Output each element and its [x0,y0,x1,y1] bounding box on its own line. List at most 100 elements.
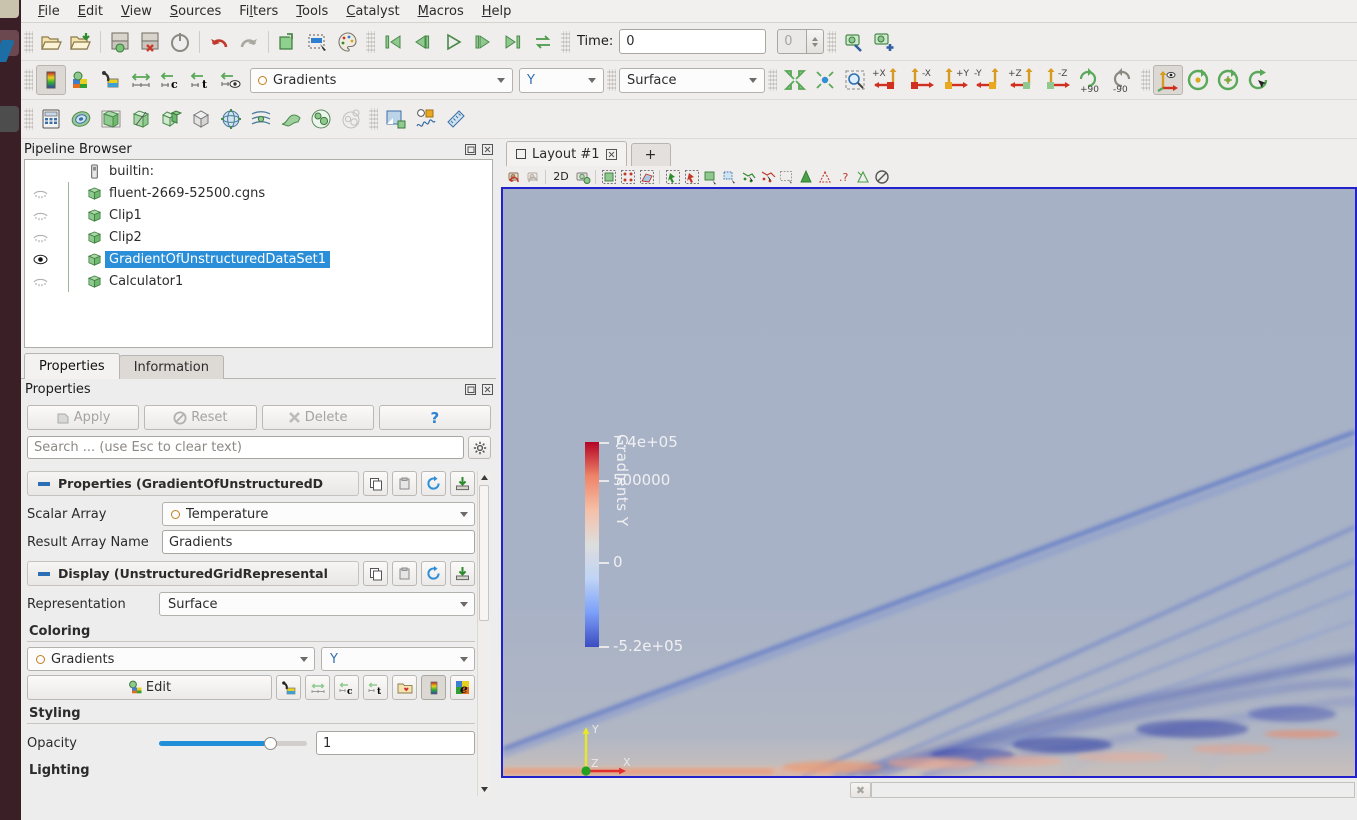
properties-section-title-row[interactable]: Properties (GradientOfUnstructuredD [27,471,359,496]
save-default-icon[interactable] [450,561,475,586]
pipeline-item-fluent[interactable]: fluent-2669-52500.cgns [25,182,492,204]
representation-property-combo[interactable]: Surface [159,592,475,616]
contour-icon[interactable] [66,104,96,134]
rotate-plus-90-button[interactable]: +90 [1074,65,1106,95]
extract-subset-icon[interactable] [186,104,216,134]
coloring-array-combo[interactable]: Gradients [27,647,315,671]
search-input[interactable]: Search ... (use Esc to clear text) [27,436,464,459]
plot-over-icon[interactable] [796,167,815,186]
axis-minus-x-button[interactable]: -X [904,65,938,95]
previous-frame-icon[interactable] [408,27,438,57]
properties-section-header[interactable]: Properties (GradientOfUnstructuredD [27,471,475,496]
camera-add-icon[interactable] [869,27,899,57]
color-array-combo[interactable]: Gradients [250,67,513,93]
show-center-icon[interactable] [1153,65,1183,95]
rescale-visible-icon[interactable] [216,65,246,95]
float-icon[interactable] [463,142,477,156]
rescale-custom-icon[interactable]: c [156,65,186,95]
toolbar-grip[interactable] [607,69,616,91]
gear-icon[interactable] [468,436,491,459]
toggle-2d-button[interactable]: 2D [549,167,573,186]
pipeline-item-clip1[interactable]: Clip1 [25,204,492,226]
undo-camera-icon[interactable] [273,27,303,57]
scroll-down-icon[interactable] [478,783,490,796]
menu-help[interactable]: Help [473,2,521,21]
close-icon[interactable] [480,142,494,156]
select-block-icon[interactable] [701,167,720,186]
play-icon[interactable] [438,27,468,57]
toolbar-grip[interactable] [24,30,33,53]
visibility-toggle[interactable] [29,188,51,199]
toolbar-grip[interactable] [366,30,375,53]
threshold-icon[interactable] [156,104,186,134]
select-frustum-icon[interactable] [637,167,656,186]
save-state-icon[interactable] [135,27,165,57]
select-cells-icon[interactable] [599,167,618,186]
scroll-up-icon[interactable] [478,471,490,484]
toolbar-grip[interactable] [827,30,837,53]
select-surface-points-icon[interactable] [682,167,701,186]
coloring-component-combo[interactable]: Y [320,647,475,671]
color-palette-icon[interactable] [333,27,363,57]
toolbar-grip[interactable] [369,108,378,130]
representation-combo[interactable]: Surface [619,67,765,93]
hover-cells-icon[interactable] [720,167,739,186]
tab-layout-1[interactable]: Layout #1 [506,141,627,166]
edit-color-map-icon[interactable] [36,65,66,95]
menu-edit[interactable]: Edit [69,2,112,21]
pipeline-item-clip2[interactable]: Clip2 [25,226,492,248]
rescale-temporal-icon[interactable]: t [186,65,216,95]
glyph-icon[interactable] [216,104,246,134]
rescale-to-data-icon[interactable] [305,675,330,700]
pipeline-item-gradientofunstructureddataset1[interactable]: GradientOfUnstructuredDataSet1 [25,248,492,270]
edit-color-map-button[interactable]: Edit [27,675,272,700]
copy-icon[interactable] [363,471,388,496]
warp-icon[interactable] [276,104,306,134]
rescale-custom-icon[interactable]: c [334,675,359,700]
delete-button[interactable]: Delete [261,405,374,430]
pipeline-list[interactable]: builtin: fluent-2669-52500.cgns Clip1 Cl… [24,159,493,348]
time-input[interactable]: 0 [619,29,767,54]
tab-information[interactable]: Information [118,355,224,379]
toolbar-grip[interactable] [24,69,33,91]
calculator-icon[interactable] [36,104,66,134]
abort-button[interactable]: ✖ [850,782,871,798]
color-component-combo[interactable]: Y [519,67,604,93]
clip-icon[interactable] [96,104,126,134]
undo-icon[interactable] [204,27,234,57]
open-recent-icon[interactable] [66,27,96,57]
select-query-icon[interactable] [777,167,796,186]
reset-property-icon[interactable] [421,471,446,496]
pipeline-item-builtin[interactable]: builtin: [25,160,492,182]
help-selection-icon[interactable]: .? [834,167,853,186]
opacity-slider[interactable] [159,733,307,753]
visibility-toggle[interactable] [29,254,51,265]
reset-session-icon[interactable] [165,27,195,57]
collapse-icon[interactable] [38,571,50,576]
zoom-to-data-icon[interactable] [810,65,840,95]
clear-selection-icon[interactable] [872,167,891,186]
float-icon[interactable] [463,382,477,396]
edit-color-legend-icon[interactable] [96,65,126,95]
open-file-icon[interactable] [36,27,66,57]
select-surface-cells-icon[interactable] [663,167,682,186]
opacity-slider-handle[interactable] [263,736,277,750]
menu-view[interactable]: View [112,2,161,21]
display-section-title-row[interactable]: Display (UnstructuredGridRepresental [27,561,359,586]
edit-color-icon[interactable]: e [450,675,475,700]
scrollbar-thumb[interactable] [479,485,489,621]
launcher-icon-terminal[interactable] [0,106,19,132]
menu-tools[interactable]: Tools [287,2,337,21]
visibility-toggle[interactable] [29,276,51,287]
pipeline-item-calculator1[interactable]: Calculator1 [25,270,492,292]
copy-icon[interactable] [363,561,388,586]
close-icon[interactable] [480,382,494,396]
reset-button[interactable]: Reset [144,405,257,430]
loop-icon[interactable] [528,27,558,57]
camera-undo-icon[interactable] [504,167,523,186]
axis-minus-y-button[interactable]: -Y [972,65,1006,95]
interactive-select-icon[interactable] [758,167,777,186]
last-frame-icon[interactable] [498,27,528,57]
stream-tracer-icon[interactable] [246,104,276,134]
axis-plus-x-button[interactable]: +X [870,65,904,95]
